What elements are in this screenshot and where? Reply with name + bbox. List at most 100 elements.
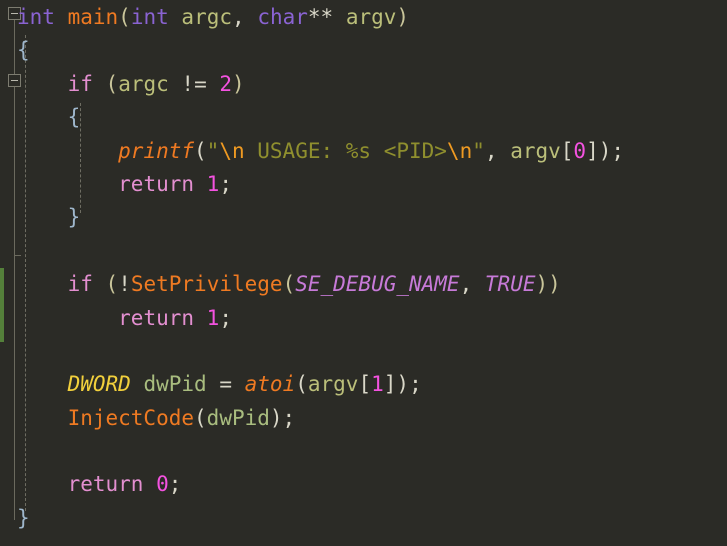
- code-token: ): [396, 5, 410, 29]
- code-line[interactable]: {: [17, 101, 727, 134]
- code-token: !: [118, 272, 131, 297]
- code-token: char: [257, 5, 308, 29]
- code-token: ;: [168, 472, 182, 497]
- code-token: [: [358, 372, 372, 397]
- code-token: ;: [219, 305, 232, 330]
- code-token: argv: [345, 5, 397, 29]
- code-token: !=: [181, 71, 207, 96]
- code-token: atoi: [244, 372, 296, 397]
- code-line[interactable]: }: [17, 502, 727, 535]
- code-line[interactable]: return 1;: [17, 168, 727, 201]
- code-token: ): [232, 71, 245, 96]
- code-token: TRUE: [484, 272, 536, 297]
- code-token: return: [67, 472, 144, 497]
- code-token: **: [307, 5, 334, 29]
- code-token: [: [560, 138, 574, 163]
- code-token: ,: [232, 5, 245, 29]
- code-token: ": [472, 138, 485, 163]
- code-token: 1: [371, 372, 384, 397]
- code-token: DWORD: [67, 372, 131, 397]
- code-token: (: [105, 71, 119, 96]
- code-token: ;: [611, 138, 625, 163]
- code-token: SetPrivilege: [130, 272, 283, 297]
- code-token: int: [17, 5, 55, 29]
- code-token: 0: [156, 472, 169, 497]
- code-line[interactable]: {: [17, 34, 727, 67]
- code-token: ]: [586, 138, 599, 163]
- code-token: (: [105, 272, 119, 297]
- code-token: (: [194, 138, 207, 163]
- code-token: (: [118, 5, 131, 29]
- code-token: =: [219, 372, 232, 397]
- code-token: ": [206, 138, 220, 163]
- code-token: 1: [206, 305, 220, 330]
- code-line[interactable]: if (argc != 2): [17, 68, 727, 101]
- code-line[interactable]: [17, 435, 727, 468]
- code-token: main: [67, 5, 119, 29]
- code-token: printf: [118, 138, 195, 163]
- code-token: return: [118, 171, 195, 196]
- code-line[interactable]: int main(int argc, char** argv): [17, 1, 727, 34]
- code-token: ;: [282, 405, 296, 430]
- code-line[interactable]: if (!SetPrivilege(SE_DEBUG_NAME, TRUE)): [17, 268, 727, 301]
- code-editor-surface[interactable]: int main(int argc, char** argv){ if (arg…: [0, 0, 727, 546]
- code-lines[interactable]: int main(int argc, char** argv){ if (arg…: [0, 0, 727, 535]
- code-token: return: [118, 305, 195, 330]
- code-token: SE_DEBUG_NAME: [295, 272, 460, 297]
- code-token: ;: [219, 171, 232, 196]
- code-token: ,: [484, 138, 498, 163]
- code-token: (: [194, 405, 207, 430]
- code-line[interactable]: DWORD dwPid = atoi(argv[1]);: [17, 368, 727, 401]
- code-line[interactable]: return 0;: [17, 468, 727, 501]
- code-token: (: [282, 272, 296, 297]
- code-token: argc: [181, 5, 232, 29]
- code-line[interactable]: return 1;: [17, 302, 727, 335]
- code-line[interactable]: }: [17, 201, 727, 234]
- code-token: ): [535, 272, 549, 297]
- code-token: int: [130, 5, 169, 29]
- code-token: ]: [383, 372, 397, 397]
- code-token: (: [295, 372, 308, 397]
- code-token: \n: [446, 138, 473, 163]
- code-token: }: [17, 505, 30, 530]
- code-token: 0: [573, 138, 587, 163]
- code-token: ,: [459, 272, 473, 297]
- code-line[interactable]: [17, 335, 727, 368]
- code-token: dwPid: [143, 372, 207, 397]
- code-token: ): [598, 138, 612, 163]
- code-token: InjectCode: [67, 405, 195, 430]
- code-token: USAGE: %s <PID>: [244, 138, 447, 163]
- code-token: }: [67, 205, 81, 230]
- code-token: ;: [409, 372, 422, 397]
- code-token: if: [67, 71, 93, 96]
- code-line[interactable]: InjectCode(dwPid);: [17, 402, 727, 435]
- code-line[interactable]: printf("\n USAGE: %s <PID>\n", argv[0]);: [17, 135, 727, 168]
- code-token: argv: [307, 372, 359, 397]
- code-token: argv: [510, 138, 561, 163]
- code-line[interactable]: [17, 235, 727, 268]
